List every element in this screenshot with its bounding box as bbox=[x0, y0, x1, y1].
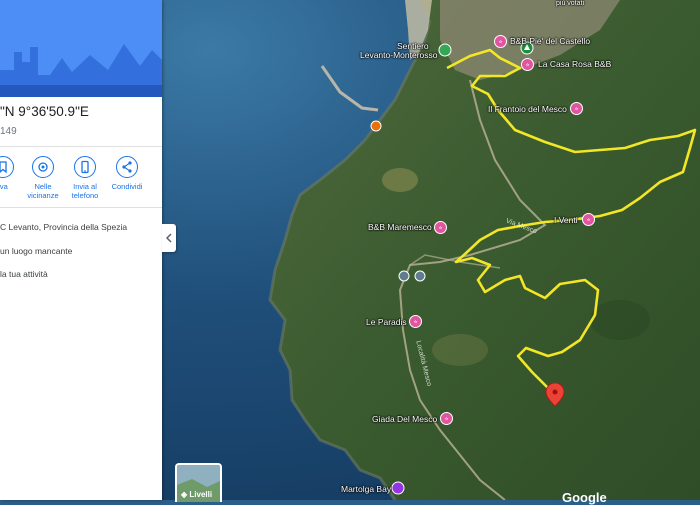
share-icon bbox=[122, 161, 132, 173]
label-casa-rosa[interactable]: La Casa Rosa B&B bbox=[538, 59, 611, 69]
coordinates-title: "N 9°36'50.9"E bbox=[0, 104, 89, 119]
hotel-pin-castello[interactable]: ☆ bbox=[494, 35, 507, 48]
phone-icon bbox=[81, 160, 89, 174]
hotel-pin-maremesco[interactable]: ☆ bbox=[434, 221, 447, 234]
info-add-business[interactable]: la tua attività bbox=[0, 269, 48, 279]
chevron-left-icon bbox=[165, 233, 172, 243]
send-to-phone-label: Invia al telefono bbox=[71, 182, 99, 200]
label-le-paradis[interactable]: Le Paradis bbox=[366, 317, 407, 327]
label-martolga[interactable]: Martolga Bay bbox=[341, 484, 391, 494]
coordinates-subtitle: 149 bbox=[0, 126, 17, 137]
label-frantoio[interactable]: Il Frantoio del Mesco bbox=[488, 104, 567, 114]
label-bb-castello[interactable]: B&B Pie' del Castello bbox=[510, 36, 590, 46]
info-add-missing-place[interactable]: un luogo mancante bbox=[0, 246, 72, 256]
panel-header-illustration bbox=[0, 0, 162, 97]
hotel-pin-casa-rosa[interactable]: ☆ bbox=[521, 58, 534, 71]
hotel-pin-giada[interactable]: ☆ bbox=[440, 412, 453, 425]
share-button[interactable]: Condividi bbox=[106, 156, 148, 191]
save-button[interactable]: lva bbox=[0, 156, 24, 191]
field-patch bbox=[432, 334, 488, 366]
hotel-pin-i-venti[interactable]: ☆ bbox=[582, 213, 595, 226]
collapse-panel-button[interactable] bbox=[162, 224, 176, 252]
label-i-venti[interactable]: I Venti bbox=[554, 215, 578, 225]
divider bbox=[0, 207, 162, 208]
hotel-pin-le-paradis[interactable]: ☆ bbox=[409, 315, 422, 328]
layers-icon: ◈ bbox=[181, 490, 188, 499]
place-icon-martolga[interactable] bbox=[391, 481, 405, 495]
google-attribution: Google bbox=[562, 490, 607, 505]
send-to-phone-button[interactable]: Invia al telefono bbox=[64, 156, 106, 200]
bookmark-icon bbox=[0, 161, 7, 174]
label-levanto-monterosso[interactable]: Levanto-Monterosso bbox=[360, 50, 438, 60]
divider bbox=[0, 146, 162, 147]
layers-label: ◈ Livelli bbox=[181, 490, 212, 499]
save-label: lva bbox=[0, 182, 8, 191]
place-icon-levanto[interactable] bbox=[438, 43, 452, 57]
layers-text: Livelli bbox=[189, 490, 213, 499]
nearby-icon bbox=[38, 162, 48, 172]
place-details-panel: "N 9°36'50.9"E 149 lva Nelle vicinanze I… bbox=[0, 0, 162, 500]
place-icon-orange[interactable] bbox=[370, 120, 382, 132]
info-address[interactable]: C Levanto, Provincia della Spezia bbox=[0, 222, 127, 232]
hotel-pin-frantoio[interactable]: ☆ bbox=[570, 102, 583, 115]
label-piu-votati: più votati bbox=[556, 0, 585, 7]
field-patch bbox=[382, 168, 418, 192]
label-bb-maremesco[interactable]: B&B Maremesco bbox=[368, 222, 432, 232]
label-giada[interactable]: Giada Del Mesco bbox=[372, 414, 437, 424]
nearby-button[interactable]: Nelle vicinanze bbox=[22, 156, 64, 200]
field-patch bbox=[590, 300, 650, 340]
nearby-label: Nelle vicinanze bbox=[27, 182, 59, 200]
layers-button[interactable]: ◈ Livelli bbox=[175, 463, 222, 502]
share-label: Condividi bbox=[111, 182, 143, 191]
